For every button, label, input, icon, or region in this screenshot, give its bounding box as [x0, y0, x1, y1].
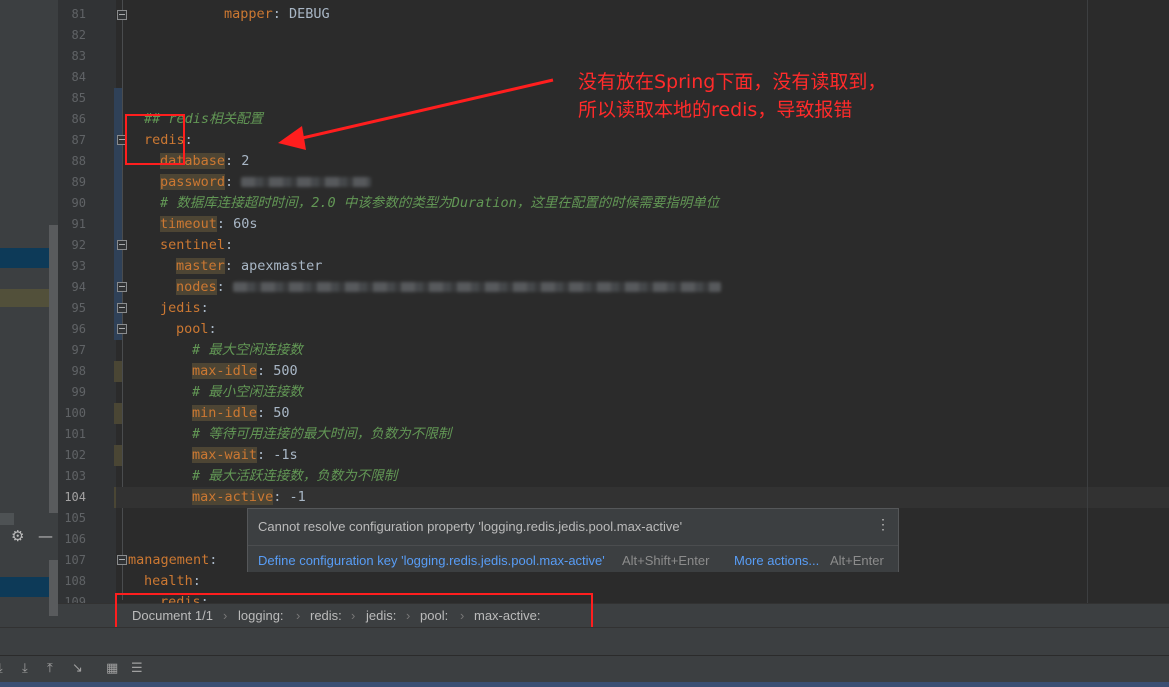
upload-icon[interactable]: ⤒: [47, 661, 53, 676]
status-bar: [0, 682, 1169, 687]
popup-actions-row: Define configuration key 'logging.redis.…: [248, 545, 898, 572]
grid-icon[interactable]: ▦: [106, 661, 118, 676]
popup-message: Cannot resolve configuration property 'l…: [258, 519, 683, 534]
tool-window-area: [0, 627, 1169, 655]
download-all-icon[interactable]: ⤓: [22, 661, 28, 676]
merge-icon[interactable]: ↘: [72, 661, 83, 676]
download-icon[interactable]: ⤓: [0, 661, 3, 676]
inspection-popup: Cannot resolve configuration property 'l…: [247, 508, 899, 572]
define-shortcut: Alt+Shift+Enter: [622, 553, 710, 568]
annotation-text: 没有放在Spring下面，没有读取到， 所以读取本地的redis，导致报错: [578, 71, 887, 121]
more-vertical-icon[interactable]: ⋮: [876, 517, 890, 531]
bottom-toolbar: ⤓ ⤓ ⤒ ↘ ▦ ☰: [0, 655, 1169, 682]
more-actions-shortcut: Alt+Enter: [830, 553, 884, 568]
filter-icon[interactable]: ☰: [131, 661, 143, 676]
more-actions-link[interactable]: More actions...: [734, 553, 819, 568]
define-configuration-key-link[interactable]: Define configuration key 'logging.redis.…: [258, 553, 605, 568]
